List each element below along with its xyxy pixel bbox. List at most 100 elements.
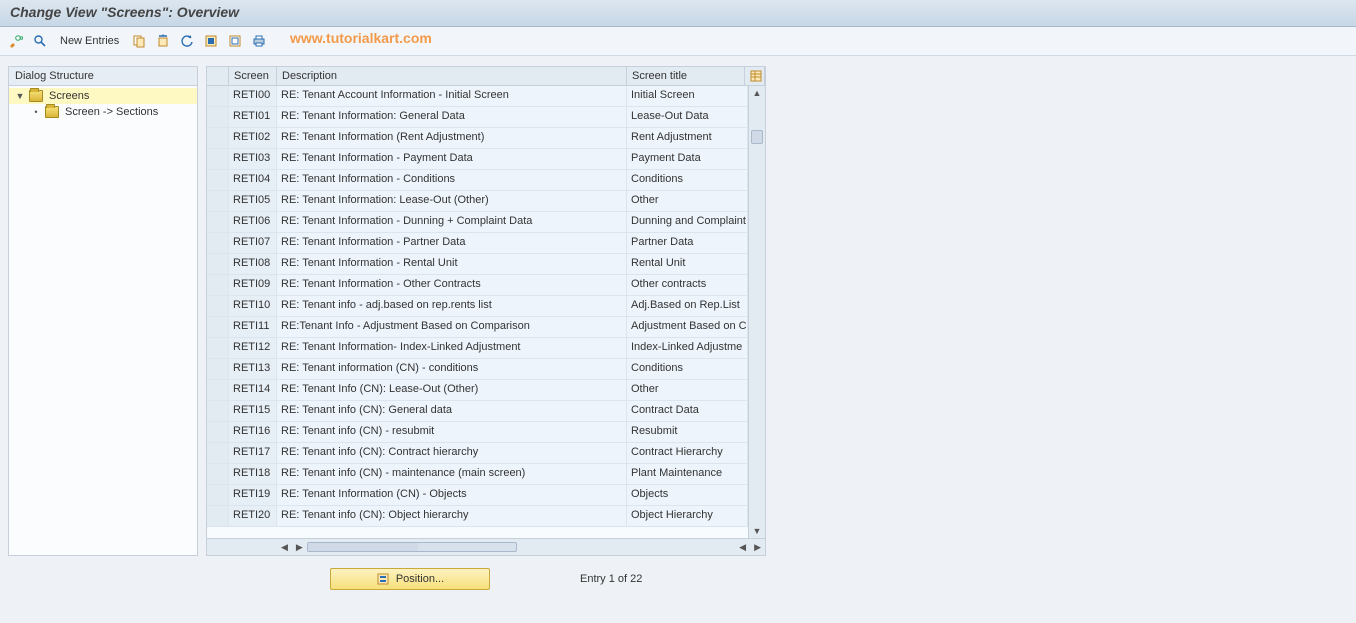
cell-screen-title[interactable]: Contract Data [627,401,748,421]
cell-screen[interactable]: RETI06 [229,212,277,232]
cell-screen[interactable]: RETI14 [229,380,277,400]
cell-screen[interactable]: RETI01 [229,107,277,127]
table-row[interactable]: RETI05RE: Tenant Information: Lease-Out … [207,191,748,212]
row-select-handle[interactable] [207,233,229,253]
table-row[interactable]: RETI18RE: Tenant info (CN) - maintenance… [207,464,748,485]
deselect-all-button[interactable] [225,31,245,51]
scroll-left-arrow-icon[interactable]: ◀ [277,542,292,553]
cell-screen-title[interactable]: Index-Linked Adjustme [627,338,748,358]
row-select-handle[interactable] [207,191,229,211]
table-row[interactable]: RETI16RE: Tenant info (CN) - resubmitRes… [207,422,748,443]
cell-screen-title[interactable]: Rental Unit [627,254,748,274]
table-row[interactable]: RETI00RE: Tenant Account Information - I… [207,86,748,107]
hscroll-thumb[interactable] [308,543,418,551]
cell-screen[interactable]: RETI08 [229,254,277,274]
row-select-handle[interactable] [207,170,229,190]
cell-description[interactable]: RE: Tenant Information - Other Contracts [277,275,627,295]
cell-screen-title[interactable]: Adjustment Based on C [627,317,748,337]
cell-description[interactable]: RE: Tenant Information - Rental Unit [277,254,627,274]
row-select-handle[interactable] [207,464,229,484]
cell-screen-title[interactable]: Resubmit [627,422,748,442]
cell-description[interactable]: RE:Tenant Info - Adjustment Based on Com… [277,317,627,337]
cell-description[interactable]: RE: Tenant Account Information - Initial… [277,86,627,106]
cell-screen[interactable]: RETI07 [229,233,277,253]
cell-screen[interactable]: RETI13 [229,359,277,379]
row-select-handle[interactable] [207,338,229,358]
cell-screen[interactable]: RETI03 [229,149,277,169]
toggle-display-change-button[interactable] [6,31,26,51]
row-select-handle[interactable] [207,254,229,274]
table-row[interactable]: RETI13RE: Tenant information (CN) - cond… [207,359,748,380]
table-row[interactable]: RETI20RE: Tenant info (CN): Object hiera… [207,506,748,527]
cell-screen[interactable]: RETI09 [229,275,277,295]
tree-item-screens[interactable]: ▼Screens [9,88,197,104]
cell-description[interactable]: RE: Tenant Information - Payment Data [277,149,627,169]
table-row[interactable]: RETI01RE: Tenant Information: General Da… [207,107,748,128]
scroll-thumb[interactable] [751,130,763,144]
cell-description[interactable]: RE: Tenant info (CN) - resubmit [277,422,627,442]
cell-screen[interactable]: RETI16 [229,422,277,442]
cell-screen-title[interactable]: Plant Maintenance [627,464,748,484]
table-row[interactable]: RETI07RE: Tenant Information - Partner D… [207,233,748,254]
delete-button[interactable] [153,31,173,51]
table-row[interactable]: RETI11RE:Tenant Info - Adjustment Based … [207,317,748,338]
cell-screen[interactable]: RETI18 [229,464,277,484]
cell-screen[interactable]: RETI05 [229,191,277,211]
cell-description[interactable]: RE: Tenant info (CN): General data [277,401,627,421]
tree-item-screen-sections[interactable]: •Screen -> Sections [9,104,197,120]
cell-description[interactable]: RE: Tenant info (CN): Contract hierarchy [277,443,627,463]
table-row[interactable]: RETI06RE: Tenant Information - Dunning +… [207,212,748,233]
scroll-left-arrow-2-icon[interactable]: ◀ [735,542,750,553]
cell-screen[interactable]: RETI10 [229,296,277,316]
cell-description[interactable]: RE: Tenant Information - Conditions [277,170,627,190]
cell-screen-title[interactable]: Other contracts [627,275,748,295]
cell-description[interactable]: RE: Tenant Information: Lease-Out (Other… [277,191,627,211]
cell-screen[interactable]: RETI00 [229,86,277,106]
print-button[interactable] [249,31,269,51]
row-select-handle[interactable] [207,317,229,337]
cell-screen[interactable]: RETI19 [229,485,277,505]
cell-screen-title[interactable]: Initial Screen [627,86,748,106]
cell-description[interactable]: RE: Tenant info - adj.based on rep.rents… [277,296,627,316]
table-row[interactable]: RETI08RE: Tenant Information - Rental Un… [207,254,748,275]
cell-screen-title[interactable]: Rent Adjustment [627,128,748,148]
row-select-handle[interactable] [207,86,229,106]
vertical-scrollbar[interactable]: ▲ ▼ [748,86,765,538]
cell-screen-title[interactable]: Lease-Out Data [627,107,748,127]
row-select-handle[interactable] [207,128,229,148]
cell-screen[interactable]: RETI15 [229,401,277,421]
cell-screen-title[interactable]: Dunning and Complaint [627,212,748,232]
cell-screen-title[interactable]: Other [627,191,748,211]
scroll-track[interactable] [749,100,765,524]
cell-description[interactable]: RE: Tenant Information - Dunning + Compl… [277,212,627,232]
cell-description[interactable]: RE: Tenant info (CN) - maintenance (main… [277,464,627,484]
column-header-screen-title[interactable]: Screen title [627,67,745,85]
cell-description[interactable]: RE: Tenant Information: General Data [277,107,627,127]
row-select-handle[interactable] [207,506,229,526]
row-select-handle[interactable] [207,212,229,232]
table-row[interactable]: RETI19RE: Tenant Information (CN) - Obje… [207,485,748,506]
row-select-handle[interactable] [207,149,229,169]
table-row[interactable]: RETI10RE: Tenant info - adj.based on rep… [207,296,748,317]
cell-screen[interactable]: RETI11 [229,317,277,337]
scroll-down-arrow-icon[interactable]: ▼ [753,524,762,538]
new-entries-button[interactable]: New Entries [54,31,125,51]
scroll-right-arrow-2-icon[interactable]: ▶ [750,542,765,553]
cell-screen-title[interactable]: Objects [627,485,748,505]
hscroll-track[interactable] [307,542,517,552]
horizontal-scrollbar[interactable]: ◀ ▶ ◀ ▶ [207,538,765,555]
table-row[interactable]: RETI04RE: Tenant Information - Condition… [207,170,748,191]
table-row[interactable]: RETI02RE: Tenant Information (Rent Adjus… [207,128,748,149]
column-header-screen[interactable]: Screen [229,67,277,85]
cell-description[interactable]: RE: Tenant Information - Partner Data [277,233,627,253]
row-select-handle[interactable] [207,359,229,379]
cell-screen[interactable]: RETI12 [229,338,277,358]
row-select-handle[interactable] [207,380,229,400]
cell-description[interactable]: RE: Tenant Info (CN): Lease-Out (Other) [277,380,627,400]
cell-description[interactable]: RE: Tenant info (CN): Object hierarchy [277,506,627,526]
cell-screen[interactable]: RETI20 [229,506,277,526]
table-row[interactable]: RETI12RE: Tenant Information- Index-Link… [207,338,748,359]
row-select-handle[interactable] [207,275,229,295]
cell-screen-title[interactable]: Partner Data [627,233,748,253]
scroll-up-arrow-icon[interactable]: ▲ [753,86,762,100]
